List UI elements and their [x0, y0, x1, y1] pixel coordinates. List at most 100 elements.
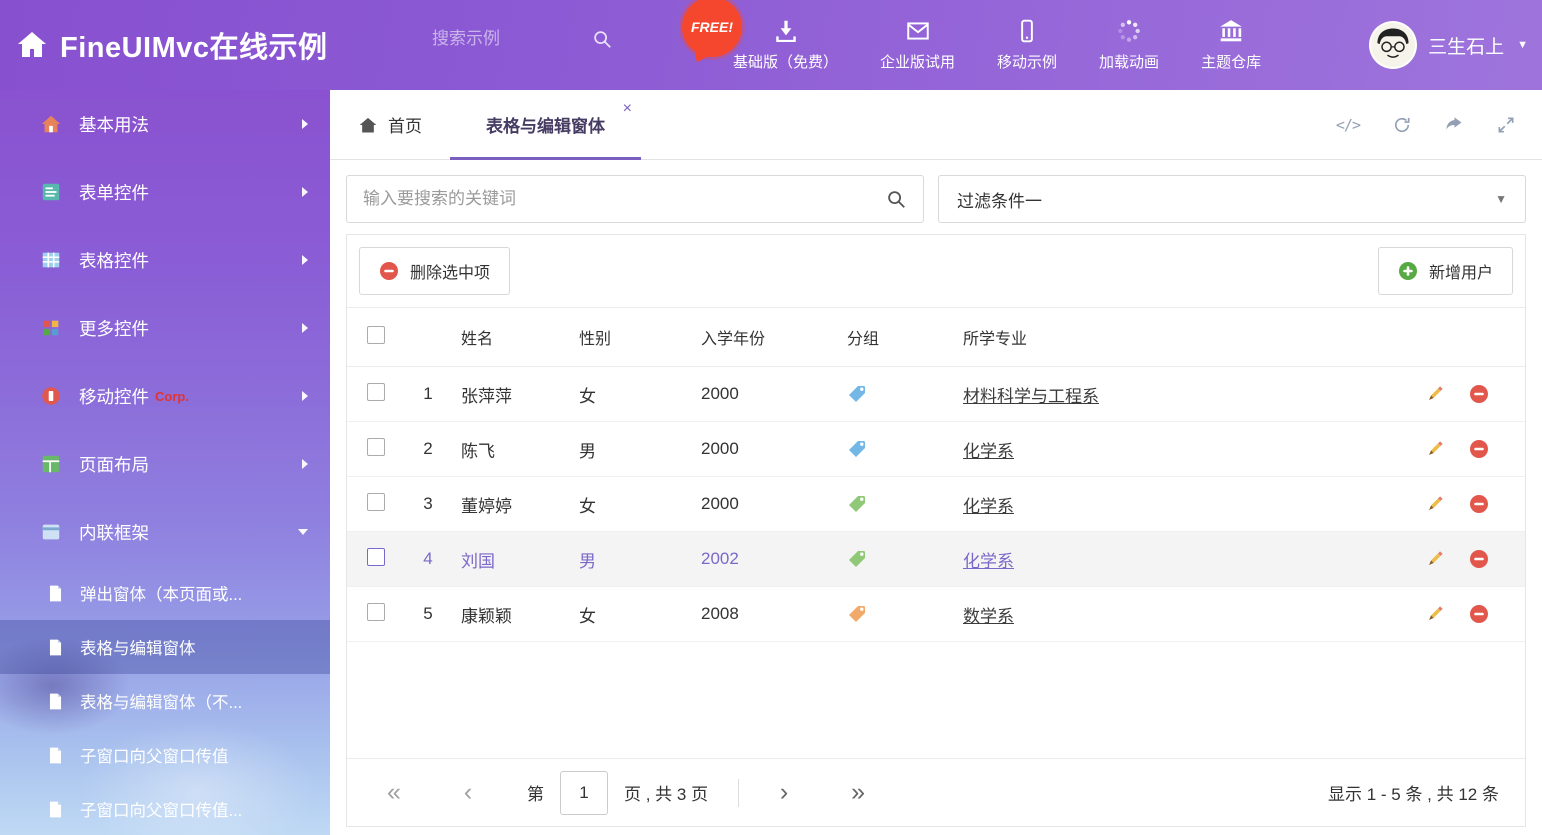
page-input[interactable] — [560, 771, 608, 815]
delete-button[interactable] — [1469, 439, 1489, 459]
add-user-button[interactable]: 新增用户 — [1378, 247, 1513, 295]
first-page-button[interactable]: « — [373, 780, 415, 805]
row-checkbox[interactable] — [367, 493, 385, 511]
sidebar-item-iframe[interactable]: 内联框架 — [0, 498, 330, 566]
corp-badge: Corp. — [155, 389, 189, 404]
table-row[interactable]: 2 陈飞 男 2000 化学系 — [347, 422, 1525, 477]
refresh-icon[interactable] — [1392, 115, 1412, 135]
pager-divider — [738, 779, 739, 807]
sidebar-item-page-layout[interactable]: 页面布局 — [0, 430, 330, 498]
record-summary: 显示 1 - 5 条 , 共 12 条 — [1328, 780, 1499, 805]
sidebar-subitem-child-to-parent-2[interactable]: 子窗口向父窗口传值... — [0, 782, 330, 835]
close-icon[interactable]: × — [623, 101, 632, 117]
edit-button[interactable] — [1425, 439, 1445, 459]
share-icon[interactable] — [1444, 115, 1464, 135]
mobile-icon — [40, 385, 62, 407]
expand-icon[interactable] — [1496, 115, 1516, 135]
cell-gender: 女 — [571, 492, 693, 517]
cell-year: 2000 — [693, 494, 839, 514]
column-header-name[interactable]: 姓名 — [453, 325, 571, 349]
sidebar-subitem-grid-edit-window[interactable]: 表格与编辑窗体 — [0, 620, 330, 674]
row-index: 3 — [403, 494, 453, 514]
column-header-group[interactable]: 分组 — [839, 325, 955, 349]
row-index: 4 — [403, 549, 453, 569]
delete-button[interactable] — [1469, 494, 1489, 514]
cell-name: 张萍萍 — [453, 382, 571, 407]
sidebar-item-label: 表格控件 — [79, 248, 149, 273]
mail-icon — [905, 18, 931, 44]
sidebar-subitem-child-to-parent[interactable]: 子窗口向父窗口传值 — [0, 728, 330, 782]
select-all-checkbox[interactable] — [367, 326, 385, 344]
keyword-search-box — [346, 175, 924, 223]
app-logo[interactable]: FineUIMvc在线示例 — [16, 0, 328, 90]
tag-icon — [847, 549, 947, 569]
major-link[interactable]: 化学系 — [963, 497, 1014, 516]
sidebar-subitem-grid-edit-window-2[interactable]: 表格与编辑窗体（不... — [0, 674, 330, 728]
sidebar-subitem-label: 弹出窗体（本页面或... — [80, 581, 242, 605]
prev-page-button[interactable]: ‹ — [447, 780, 489, 805]
row-checkbox[interactable] — [367, 383, 385, 401]
last-page-button[interactable]: » — [837, 780, 879, 805]
pagination-bar: « ‹ 第 页 , 共 3 页 › » 显示 1 - 5 条 , 共 12 条 — [347, 758, 1525, 826]
tab-home[interactable]: 首页 — [330, 90, 450, 159]
major-link[interactable]: 材料科学与工程系 — [963, 387, 1099, 406]
nav-item-enterprise-trial[interactable]: 企业版试用 — [859, 18, 976, 72]
delete-button[interactable] — [1469, 384, 1489, 404]
column-header-major[interactable]: 所学专业 — [955, 325, 1397, 349]
delete-button[interactable] — [1469, 549, 1489, 569]
filter-dropdown[interactable]: 过滤条件一 ▼ — [938, 175, 1526, 223]
table-row-selected[interactable]: 4 刘国 男 2002 化学系 — [347, 532, 1525, 587]
user-avatar — [1369, 21, 1417, 69]
row-checkbox[interactable] — [367, 438, 385, 456]
nav-item-mobile-demo[interactable]: 移动示例 — [976, 18, 1078, 72]
chevron-right-icon — [302, 255, 308, 265]
sidebar-item-basic-usage[interactable]: 基本用法 — [0, 90, 330, 158]
edit-button[interactable] — [1425, 384, 1445, 404]
column-header-year[interactable]: 入学年份 — [693, 325, 839, 349]
user-menu[interactable]: 三生石上 ▼ — [1369, 0, 1528, 90]
layout-icon — [40, 453, 62, 475]
home-icon — [40, 113, 62, 135]
keyword-search-input[interactable] — [347, 189, 869, 209]
edit-button[interactable] — [1425, 494, 1445, 514]
search-button[interactable] — [869, 176, 923, 222]
chevron-right-icon — [302, 459, 308, 469]
code-icon[interactable]: </> — [1336, 116, 1360, 134]
major-link[interactable]: 化学系 — [963, 552, 1014, 571]
table-row[interactable]: 5 康颖颖 女 2008 数学系 — [347, 587, 1525, 642]
nav-item-loading-animation[interactable]: 加载动画 — [1078, 18, 1180, 72]
sidebar-item-label: 页面布局 — [79, 452, 149, 477]
sidebar-item-mobile-controls[interactable]: 移动控件 Corp. — [0, 362, 330, 430]
row-index: 1 — [403, 384, 453, 404]
sidebar-item-label: 内联框架 — [79, 520, 149, 545]
delete-selected-button[interactable]: 删除选中项 — [359, 247, 510, 295]
cell-gender: 女 — [571, 382, 693, 407]
tab-grid-edit-window[interactable]: 表格与编辑窗体 × — [450, 90, 641, 159]
sidebar-item-more-controls[interactable]: 更多控件 — [0, 294, 330, 362]
search-icon[interactable] — [591, 28, 613, 50]
table-row[interactable]: 1 张萍萍 女 2000 材料科学与工程系 — [347, 367, 1525, 422]
tag-icon — [847, 604, 947, 624]
row-checkbox[interactable] — [367, 603, 385, 621]
major-link[interactable]: 化学系 — [963, 442, 1014, 461]
major-link[interactable]: 数学系 — [963, 607, 1014, 626]
chevron-down-icon — [298, 529, 308, 535]
edit-button[interactable] — [1425, 549, 1445, 569]
home-icon — [16, 29, 48, 61]
nav-item-theme-store[interactable]: 主题仓库 — [1180, 18, 1282, 72]
sidebar: 基本用法 表单控件 表格控件 更多控件 移动控件 Corp. 页面布局 — [0, 90, 330, 835]
column-header-gender[interactable]: 性别 — [571, 325, 693, 349]
sidebar-item-grid-controls[interactable]: 表格控件 — [0, 226, 330, 294]
caret-down-icon: ▼ — [1517, 39, 1528, 51]
sidebar-subitem-popup-window[interactable]: 弹出窗体（本页面或... — [0, 566, 330, 620]
file-icon — [46, 637, 65, 658]
sidebar-item-form-controls[interactable]: 表单控件 — [0, 158, 330, 226]
table-row[interactable]: 3 董婷婷 女 2000 化学系 — [347, 477, 1525, 532]
next-page-button[interactable]: › — [763, 780, 805, 805]
edit-button[interactable] — [1425, 604, 1445, 624]
sidebar-subitem-label: 表格与编辑窗体（不... — [80, 689, 242, 713]
delete-button[interactable] — [1469, 604, 1489, 624]
app-header: FineUIMvc在线示例 FREE! 基础版（免费） 企业版试用 移动示例 — [0, 0, 1542, 90]
row-checkbox[interactable] — [367, 548, 385, 566]
header-search-input[interactable] — [432, 29, 577, 49]
